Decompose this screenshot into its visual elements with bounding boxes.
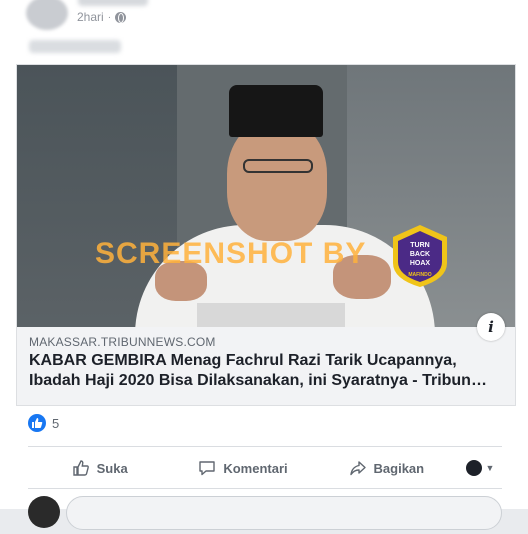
meta-separator: ·	[107, 11, 112, 23]
reaction-summary[interactable]: 5	[28, 414, 59, 432]
author-name-blurred[interactable]	[78, 0, 148, 6]
badge-bottom-text: HOAX	[410, 260, 431, 267]
post-timestamp[interactable]: 2hari	[77, 10, 104, 24]
audience-selector[interactable]: ▼	[458, 460, 502, 476]
comment-composer	[28, 494, 502, 534]
share-label: Bagikan	[373, 460, 425, 476]
like-reaction-icon	[28, 414, 46, 432]
comment-button[interactable]: Komentari	[171, 459, 314, 477]
badge-org-text: MAFINDO	[408, 272, 431, 278]
reaction-count[interactable]: 5	[52, 416, 59, 431]
post-card: 2hari · SCREENSHOT BY TURN BACK HOAX MAF…	[0, 0, 528, 530]
comment-label: Komentari	[223, 460, 288, 476]
post-caption-blurred	[29, 40, 121, 53]
link-preview-image[interactable]: SCREENSHOT BY TURN BACK HOAX MAFINDO	[17, 65, 515, 327]
globe-icon[interactable]	[115, 11, 127, 23]
viewer-avatar	[28, 496, 60, 528]
info-icon[interactable]: i	[477, 313, 505, 341]
link-preview-info[interactable]: i MAKASSAR.TRIBUNNEWS.COM KABAR GEMBIRA …	[17, 313, 515, 405]
action-bar: Suka Komentari Bagikan ▼	[28, 452, 502, 484]
badge-mid-text: BACK	[410, 251, 430, 258]
thumbs-up-icon	[72, 460, 89, 476]
like-label: Suka	[96, 460, 128, 476]
photo-subject-glasses	[243, 159, 313, 173]
comment-input[interactable]	[66, 496, 502, 530]
link-preview[interactable]: SCREENSHOT BY TURN BACK HOAX MAFINDO i M…	[16, 64, 516, 406]
profile-thumb-icon	[465, 460, 482, 476]
turnbackhoax-badge: TURN BACK HOAX MAFINDO	[393, 225, 447, 287]
watermark-text: SCREENSHOT BY	[95, 237, 367, 270]
action-divider-top	[28, 446, 502, 447]
post-meta: 2hari ·	[77, 10, 127, 24]
action-divider-bottom	[28, 488, 502, 489]
chevron-down-icon: ▼	[485, 463, 495, 473]
share-icon	[349, 461, 366, 476]
photo-podium	[197, 303, 345, 327]
photo-subject-cap	[229, 85, 323, 137]
link-headline[interactable]: KABAR GEMBIRA Menag Fachrul Razi Tarik U…	[29, 351, 499, 391]
photo-subject-face	[227, 119, 327, 241]
comment-icon	[199, 461, 216, 476]
like-button[interactable]: Suka	[28, 459, 171, 477]
link-domain: MAKASSAR.TRIBUNNEWS.COM	[29, 335, 216, 349]
share-button[interactable]: Bagikan	[315, 459, 458, 477]
author-avatar[interactable]	[26, 0, 68, 30]
badge-top-text: TURN	[410, 242, 429, 249]
